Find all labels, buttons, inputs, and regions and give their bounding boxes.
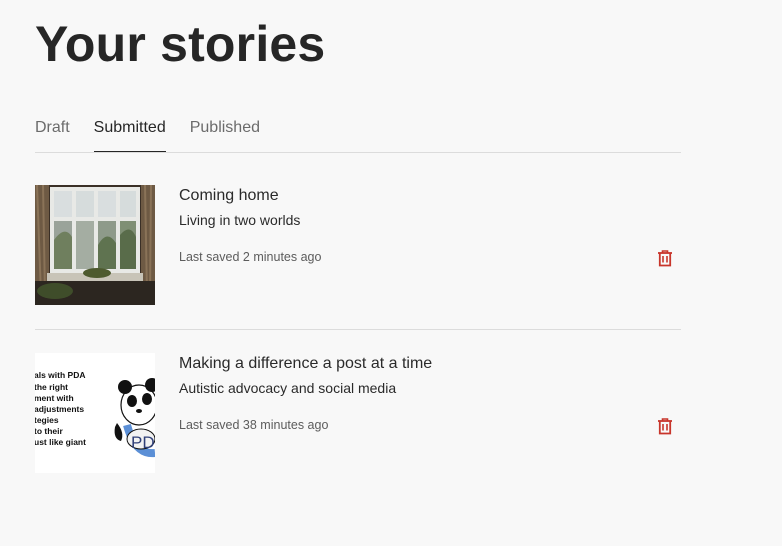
delete-story-button[interactable] bbox=[653, 414, 677, 438]
delete-story-button[interactable] bbox=[653, 246, 677, 270]
story-thumbnail[interactable]: als with PDA the right ment with adjustm… bbox=[35, 353, 155, 473]
story-thumbnail[interactable] bbox=[35, 185, 155, 305]
story-divider bbox=[35, 329, 681, 330]
story-subtitle: Autistic advocacy and social media bbox=[179, 380, 397, 396]
stories-page: Your stories Draft Submitted Published C… bbox=[0, 0, 782, 546]
thumb-text-line: to their bbox=[35, 426, 63, 436]
story-tabs: Draft Submitted Published bbox=[35, 108, 681, 153]
tab-draft[interactable]: Draft bbox=[35, 108, 70, 152]
story-title[interactable]: Making a difference a post at a time bbox=[179, 353, 432, 375]
trash-icon bbox=[658, 250, 672, 267]
thumb-text-pd: PD bbox=[131, 433, 155, 452]
thumb-text-line: als with PDA bbox=[35, 370, 85, 380]
story-item: als with PDA the right ment with adjustm… bbox=[35, 353, 681, 474]
thumb-text-line: the right bbox=[35, 382, 68, 392]
story-subtitle: Living in two worlds bbox=[179, 212, 301, 228]
thumb-text-line: adjustments bbox=[35, 404, 84, 414]
tab-submitted[interactable]: Submitted bbox=[93, 108, 166, 152]
window-photo-image bbox=[35, 185, 155, 305]
last-saved-text: Last saved 38 minutes ago bbox=[179, 418, 329, 432]
trash-icon bbox=[658, 418, 672, 435]
thumb-text-line: ust like giant bbox=[35, 437, 86, 447]
page-title: Your stories bbox=[35, 16, 326, 72]
panda-pda-image: als with PDA the right ment with adjustm… bbox=[35, 353, 155, 473]
story-title[interactable]: Coming home bbox=[179, 185, 279, 207]
story-item: Coming home Living in two worlds Last sa… bbox=[35, 185, 681, 306]
thumb-text-line: tegies bbox=[35, 415, 59, 425]
tab-published[interactable]: Published bbox=[190, 108, 260, 152]
last-saved-text: Last saved 2 minutes ago bbox=[179, 250, 322, 264]
thumb-text-line: ment with bbox=[35, 393, 74, 403]
